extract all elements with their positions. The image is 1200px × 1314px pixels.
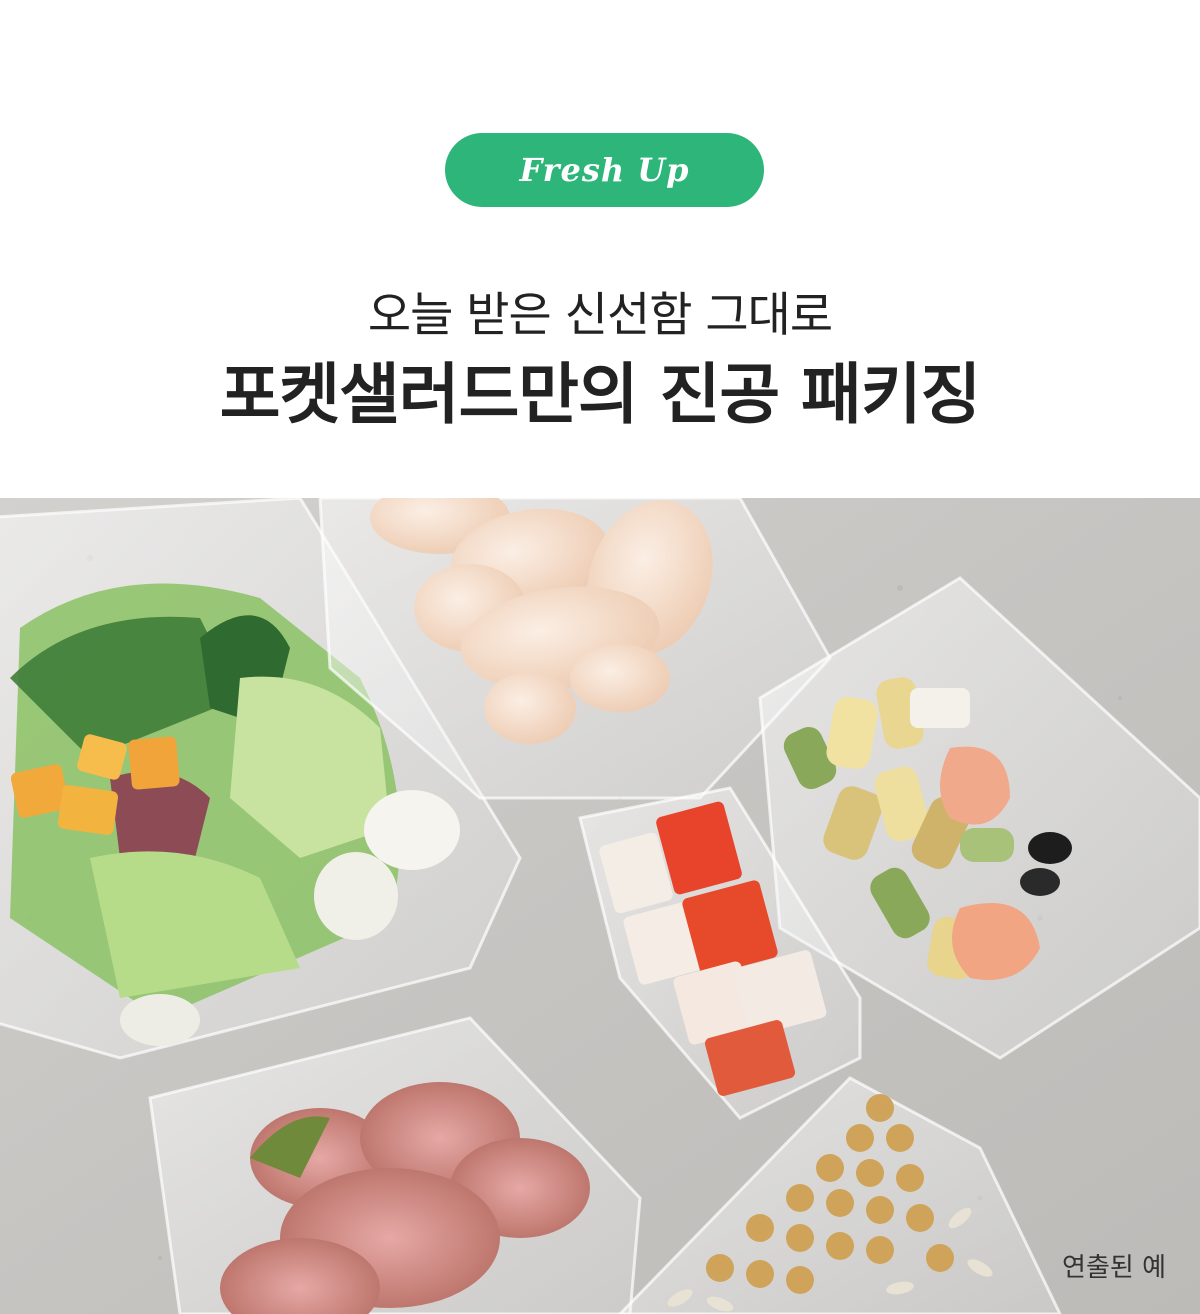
headline-title: 포켓샐러드만의 진공 패키징 bbox=[219, 356, 982, 433]
food-photo-illustration bbox=[0, 498, 1200, 1314]
fresh-up-badge: Fresh Up bbox=[445, 133, 764, 207]
photo-caption: 연출된 예 bbox=[1062, 1253, 1166, 1283]
header: Fresh Up 오늘 받은 신선함 그대로 포켓샐러드만의 진공 패키징 bbox=[0, 0, 1200, 498]
vacuum-packed-food-photo: 연출된 예 bbox=[0, 498, 1200, 1314]
headline-subtitle: 오늘 받은 신선함 그대로 bbox=[367, 288, 833, 343]
badge-label: Fresh Up bbox=[519, 151, 690, 189]
